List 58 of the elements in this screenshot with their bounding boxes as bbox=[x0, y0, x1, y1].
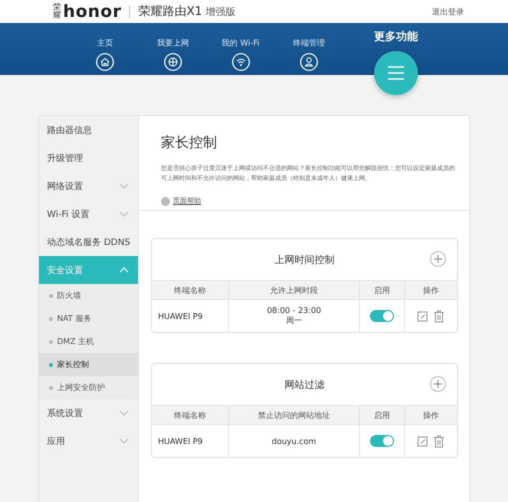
column-header: 启用 bbox=[359, 280, 404, 299]
edit-icon[interactable] bbox=[417, 310, 428, 322]
nav-tab[interactable]: 更多功能 bbox=[374, 31, 418, 42]
chevron-down-icon bbox=[118, 408, 130, 418]
nav-tab[interactable]: 我要上网 bbox=[157, 39, 189, 48]
menu-item[interactable]: 动态域名服务 DDNS bbox=[39, 228, 138, 256]
brand-mark: 荣耀 bbox=[53, 4, 61, 20]
submenu-item[interactable]: DMZ 主机 bbox=[39, 330, 138, 353]
toggle-switch[interactable] bbox=[370, 310, 394, 322]
menu-item[interactable]: 路由器信息 bbox=[39, 116, 138, 144]
globe-icon[interactable] bbox=[164, 53, 182, 71]
menu-icon bbox=[386, 64, 406, 82]
table-cell: 周一 bbox=[286, 315, 302, 326]
home-icon[interactable] bbox=[96, 53, 114, 71]
delete-icon[interactable] bbox=[433, 310, 445, 322]
menu-item[interactable]: 系统设置 bbox=[39, 399, 138, 427]
wifi-icon[interactable] bbox=[232, 53, 250, 71]
column-header: 操作 bbox=[404, 280, 457, 299]
column-header: 操作 bbox=[404, 405, 457, 424]
menu-item[interactable]: 网络设置 bbox=[39, 172, 138, 200]
nav-tab[interactable]: 终端管理 bbox=[293, 39, 325, 48]
column-header: 禁止访问的网站地址 bbox=[228, 405, 359, 424]
toggle-switch[interactable] bbox=[370, 435, 394, 447]
table-cell: 08:00 - 23:00 bbox=[266, 306, 322, 315]
logo: honor bbox=[63, 2, 122, 22]
chevron-up-icon bbox=[118, 265, 130, 275]
nav-tab[interactable]: 主页 bbox=[97, 39, 113, 48]
chevron-down-icon bbox=[118, 181, 130, 191]
card-title: 网站过滤 bbox=[284, 378, 324, 392]
column-header: 终端名称 bbox=[152, 280, 228, 299]
submenu-item[interactable]: 防火墙 bbox=[39, 284, 138, 307]
column-header: 启用 bbox=[359, 405, 404, 424]
chevron-down-icon bbox=[118, 209, 130, 219]
table-cell: HUAWEI P9 bbox=[152, 424, 228, 457]
card-title: 上网时间控制 bbox=[274, 254, 334, 266]
menu-item[interactable]: Wi-Fi 设置 bbox=[39, 200, 138, 228]
add-icon[interactable] bbox=[430, 251, 446, 267]
table-cell: douyu.com bbox=[272, 436, 316, 446]
menu-button[interactable] bbox=[374, 51, 418, 95]
nav-tab[interactable]: 我的 Wi-Fi bbox=[222, 39, 260, 48]
submenu-item[interactable]: 上网安全防护 bbox=[39, 376, 138, 399]
help-icon bbox=[161, 196, 170, 206]
page-title: 家长控制 bbox=[161, 134, 218, 152]
menu-item[interactable]: 升级管理 bbox=[39, 144, 138, 172]
chevron-down-icon bbox=[118, 436, 130, 446]
product-name: 荣耀路由X1 bbox=[138, 3, 202, 20]
add-icon[interactable] bbox=[430, 376, 446, 392]
edition-label: 增强版 bbox=[205, 6, 236, 18]
user-icon[interactable] bbox=[300, 53, 318, 71]
edit-icon[interactable] bbox=[417, 436, 428, 446]
menu-item[interactable]: 应用 bbox=[39, 427, 138, 455]
submenu-item[interactable]: NAT 服务 bbox=[39, 307, 138, 330]
column-header: 终端名称 bbox=[152, 405, 228, 424]
column-header: 允许上网时段 bbox=[228, 280, 359, 299]
submenu-item[interactable]: 家长控制 bbox=[39, 353, 138, 376]
table-cell: HUAWEI P9 bbox=[152, 299, 228, 332]
delete-icon[interactable] bbox=[433, 434, 445, 448]
logout-link[interactable]: 退出登录 bbox=[432, 6, 464, 18]
